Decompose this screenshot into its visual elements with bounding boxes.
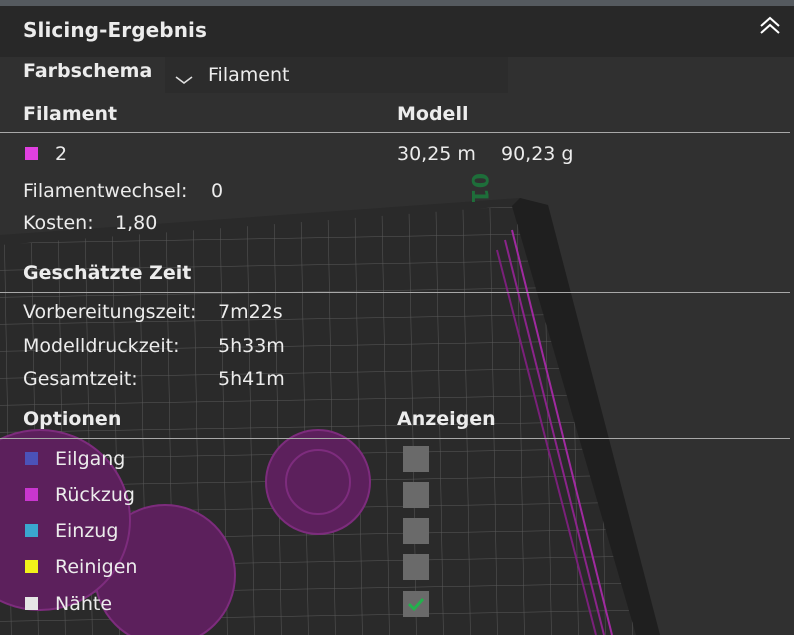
divider [0,292,790,293]
options-column-header: Optionen [23,408,122,430]
filament-changes-value: 0 [211,180,224,202]
slicing-result-panel: Slicing-Ergebnis Farbschema Filament Fil… [0,0,794,635]
filament-weight: 90,23 g [501,143,574,165]
color-scheme-dropdown[interactable]: Filament [165,57,508,93]
filament-changes-label: Filamentwechsel: [23,180,188,202]
chevron-down-icon [174,70,194,89]
color-scheme-value: Filament [208,64,290,86]
wipe-color-swatch [25,560,38,573]
checkmark-icon [407,597,425,612]
option-label: Eilgang [55,448,126,470]
total-time-label: Gesamtzeit: [23,368,138,390]
option-label: Rückzug [55,484,135,506]
option-label: Einzug [55,520,119,542]
option-label: Reinigen [55,556,138,578]
deretraction-visibility-checkbox[interactable] [403,518,429,544]
panel-title: Slicing-Ergebnis [23,18,208,42]
model-print-time-label: Modelldruckzeit: [23,335,180,357]
show-column-header: Anzeigen [397,408,496,430]
prep-time-label: Vorbereitungszeit: [23,301,197,323]
model-print-time-value: 5h33m [218,335,285,357]
travel-color-swatch [25,452,38,465]
filament-length: 30,25 m [397,143,476,165]
total-time-value: 5h41m [218,368,285,390]
filament-column-header: Filament [23,103,118,125]
model-column-header: Modell [397,103,469,125]
divider [0,438,790,439]
panel-header[interactable]: Slicing-Ergebnis [0,6,794,57]
prep-time-value: 7m22s [218,301,283,323]
deretraction-color-swatch [25,524,38,537]
seams-visibility-checkbox[interactable] [403,591,429,617]
seams-color-swatch [25,597,38,610]
cost-label: Kosten: [23,212,94,234]
wipe-visibility-checkbox[interactable] [403,554,429,580]
color-scheme-label: Farbschema [23,60,153,82]
cost-value: 1,80 [115,212,158,234]
retraction-color-swatch [25,488,38,501]
retraction-visibility-checkbox[interactable] [403,482,429,508]
collapse-icon[interactable] [756,12,784,40]
travel-visibility-checkbox[interactable] [403,446,429,472]
filament-color-swatch [25,147,38,160]
divider [0,132,790,133]
filament-number: 2 [55,143,68,165]
estimated-time-heading: Geschätzte Zeit [23,262,192,284]
option-label: Nähte [55,593,113,615]
